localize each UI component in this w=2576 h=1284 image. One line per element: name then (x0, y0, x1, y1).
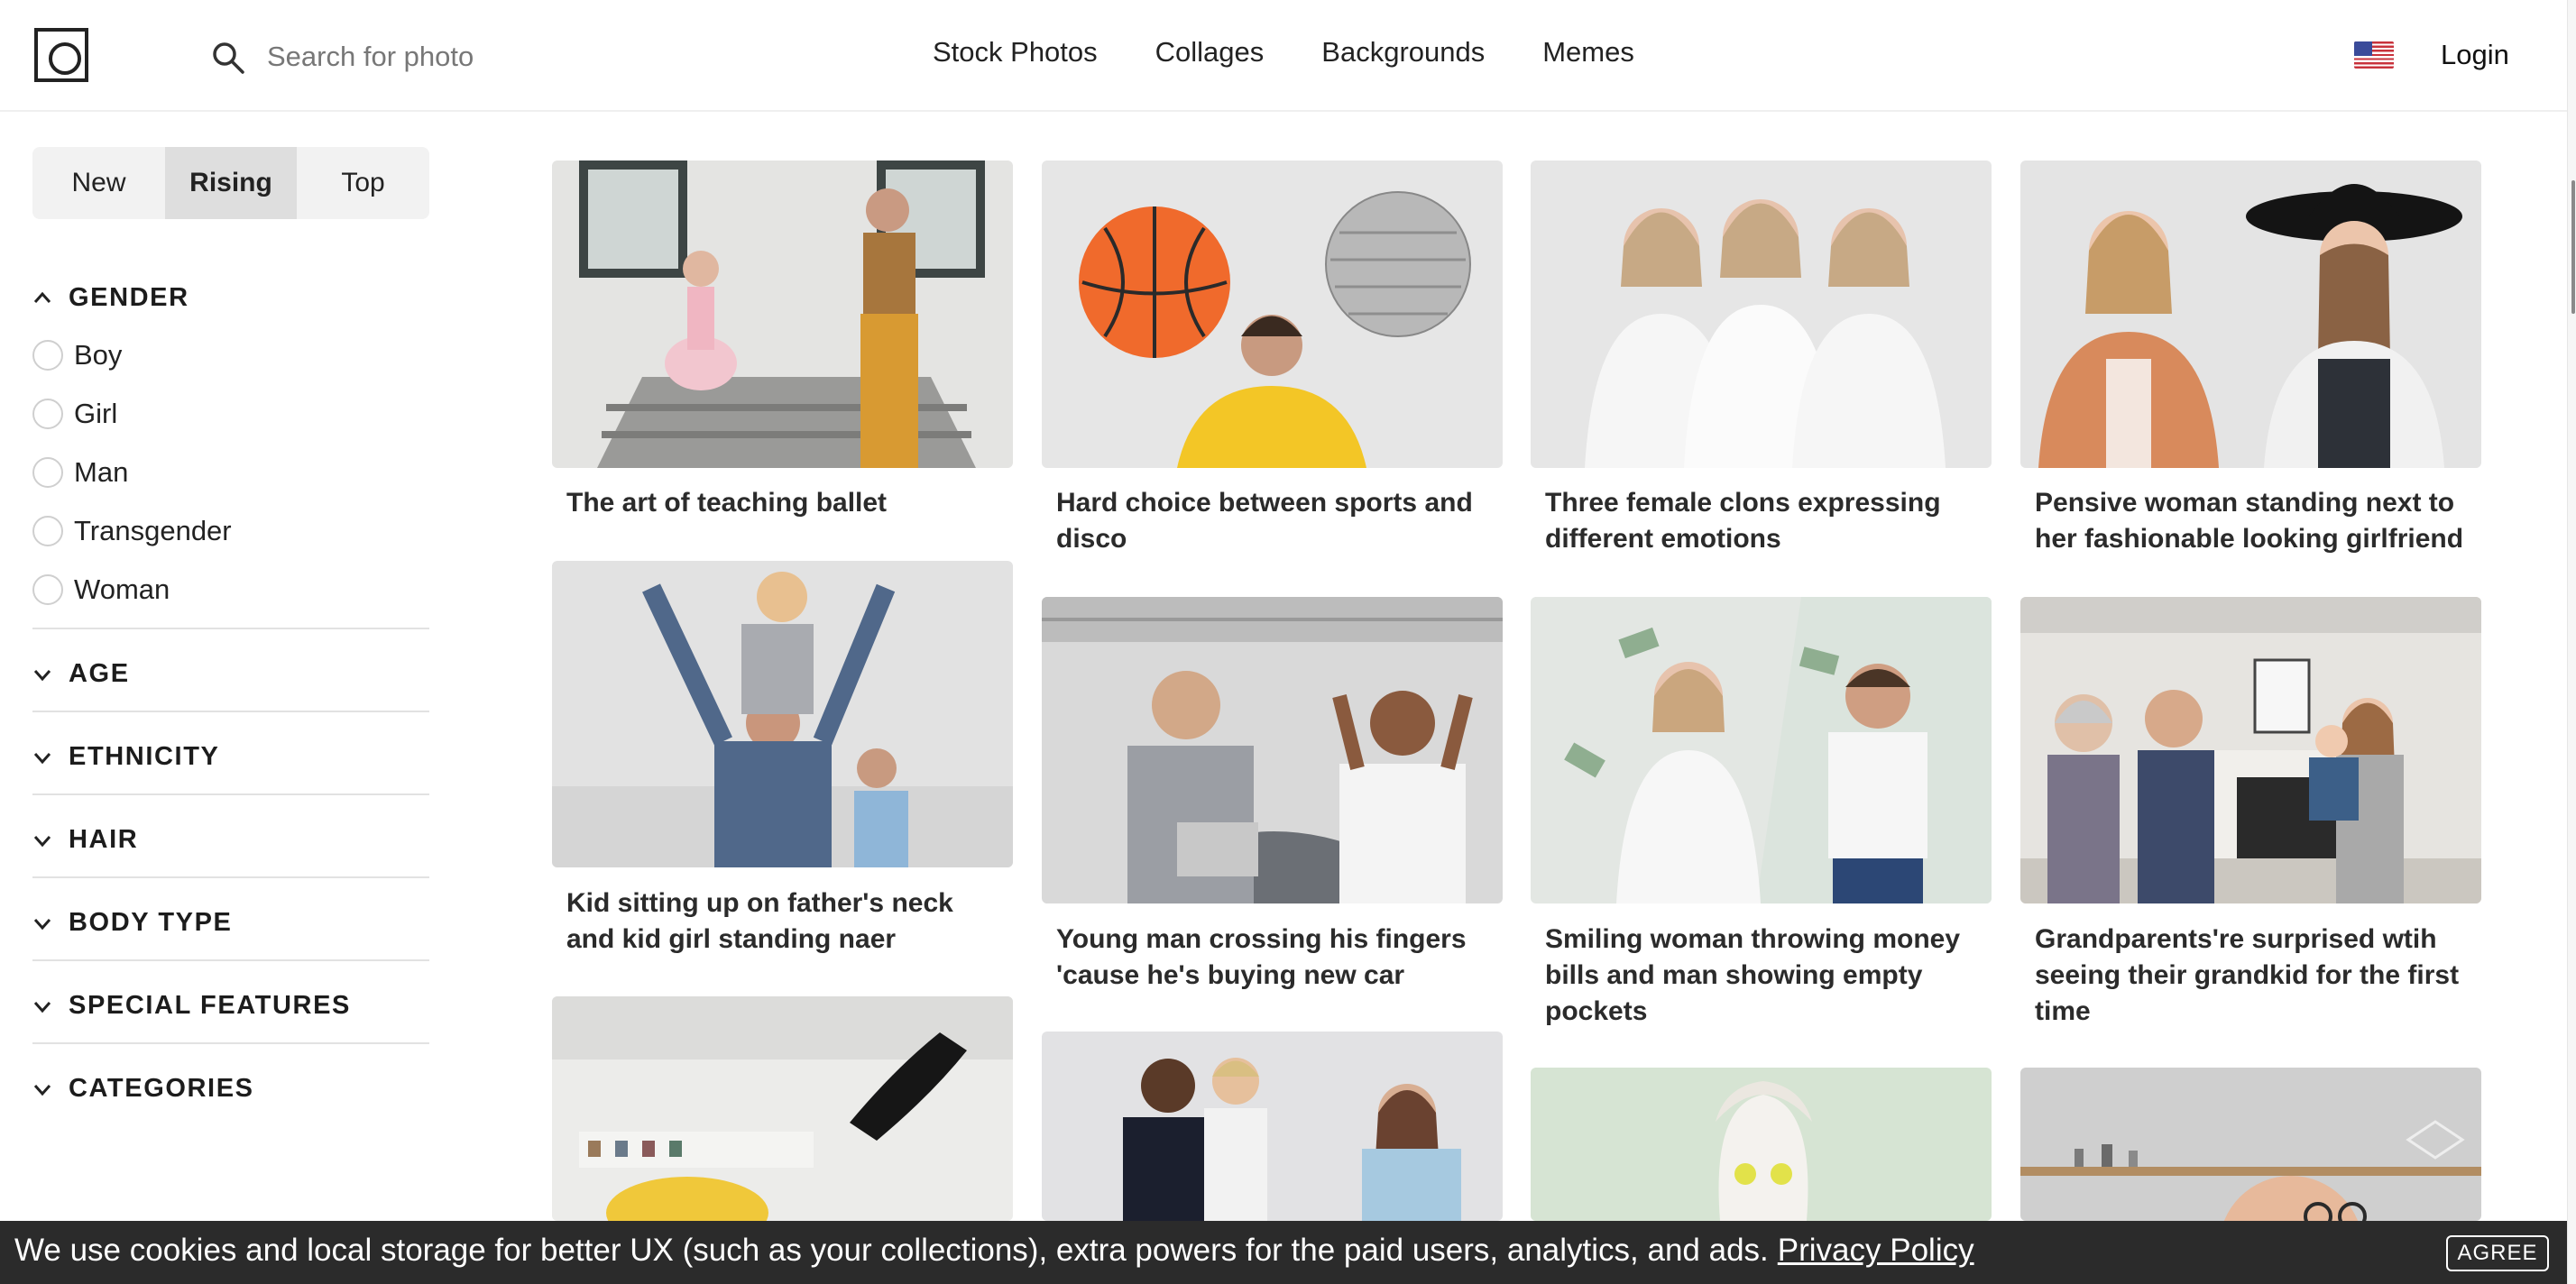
photo-card[interactable]: Pensive woman standing next to her fashi… (2020, 160, 2481, 557)
scrollbar-thumb[interactable] (2571, 180, 2575, 314)
photo-card[interactable]: Three female clons expressing different … (1531, 160, 1992, 557)
radio-button[interactable] (32, 516, 63, 546)
filter-title: SPECIAL FEATURES (69, 991, 351, 1020)
divider (32, 876, 429, 878)
radio-button[interactable] (32, 457, 63, 488)
photo-caption[interactable]: Grandparents're surprised wtih seeing th… (2035, 922, 2477, 1030)
photo-thumbnail[interactable] (552, 160, 1013, 468)
chevron-down-icon (33, 918, 51, 930)
search-icon[interactable] (211, 41, 245, 75)
cookie-text: We use cookies and local storage for bet… (14, 1233, 1769, 1268)
tab-rising[interactable]: Rising (165, 147, 297, 219)
photo-caption[interactable]: The art of teaching ballet (566, 485, 1008, 521)
chevron-down-icon (33, 1001, 51, 1013)
gender-option-woman[interactable]: Woman (32, 573, 170, 606)
main-nav: Stock Photos Collages Backgrounds Memes (933, 36, 1634, 69)
sort-tabs: New Rising Top (32, 147, 429, 219)
tab-new[interactable]: New (32, 147, 165, 219)
nav-stock-photos[interactable]: Stock Photos (933, 36, 1098, 69)
filter-title: CATEGORIES (69, 1074, 254, 1103)
cookie-message: We use cookies and local storage for bet… (14, 1233, 1974, 1269)
logo-icon[interactable] (34, 28, 88, 82)
filter-title: HAIR (69, 825, 139, 854)
divider (32, 1042, 429, 1044)
photo-card[interactable]: Kid sitting up on father's neck and kid … (552, 561, 1013, 976)
option-label: Transgender (74, 515, 232, 546)
chevron-down-icon (33, 669, 51, 681)
photo-card[interactable] (1042, 1032, 1503, 1221)
photo-thumbnail[interactable] (1531, 160, 1992, 468)
photo-thumbnail[interactable] (552, 561, 1013, 867)
divider (32, 628, 429, 629)
filter-age[interactable]: AGE (32, 659, 130, 689)
chevron-up-icon (33, 291, 51, 303)
photo-thumbnail[interactable] (2020, 160, 2481, 468)
photo-thumbnail[interactable] (2020, 597, 2481, 903)
cookie-banner: We use cookies and local storage for bet… (0, 1221, 2567, 1284)
photo-thumbnail[interactable] (2020, 1068, 2481, 1221)
nav-memes[interactable]: Memes (1542, 36, 1634, 69)
gender-option-man[interactable]: Man (32, 456, 128, 489)
photo-caption[interactable]: Three female clons expressing different … (1545, 485, 1987, 557)
filter-title: AGE (69, 659, 130, 688)
photo-caption[interactable]: Kid sitting up on father's neck and kid … (566, 885, 1008, 958)
divider (32, 793, 429, 795)
photo-caption[interactable]: Young man crossing his fingers 'cause he… (1056, 922, 1498, 994)
photo-thumbnail[interactable] (552, 996, 1013, 1221)
top-header: Stock Photos Collages Backgrounds Memes … (0, 0, 2567, 112)
photo-card[interactable]: Smiling woman throwing money bills and m… (1531, 597, 1992, 1030)
option-label: Girl (74, 398, 118, 429)
filter-hair[interactable]: HAIR (32, 825, 138, 855)
filter-body-type[interactable]: BODY TYPE (32, 908, 232, 938)
us-flag-icon[interactable] (2354, 41, 2394, 69)
filter-title: BODY TYPE (69, 908, 233, 937)
nav-collages[interactable]: Collages (1155, 36, 1265, 69)
option-label: Boy (74, 339, 123, 371)
tab-top[interactable]: Top (297, 147, 429, 219)
photo-card[interactable]: Hard choice between sports and disco (1042, 160, 1503, 557)
divider (32, 711, 429, 712)
gender-option-transgender[interactable]: Transgender (32, 515, 232, 547)
filter-special-features[interactable]: SPECIAL FEATURES (32, 991, 351, 1021)
gender-option-girl[interactable]: Girl (32, 398, 117, 430)
chevron-down-icon (33, 752, 51, 764)
login-link[interactable]: Login (2441, 39, 2509, 71)
chevron-down-icon (33, 1084, 51, 1096)
photo-card[interactable] (2020, 1068, 2481, 1221)
filter-gender[interactable]: GENDER (32, 283, 189, 313)
agree-button[interactable]: AGREE (2446, 1235, 2549, 1271)
photo-card[interactable]: Young man crossing his fingers 'cause he… (1042, 597, 1503, 994)
gender-option-boy[interactable]: Boy (32, 339, 122, 371)
option-label: Man (74, 456, 129, 488)
photo-caption[interactable]: Hard choice between sports and disco (1056, 485, 1498, 557)
photo-thumbnail[interactable] (1042, 1032, 1503, 1221)
option-label: Woman (74, 573, 170, 605)
radio-button[interactable] (32, 399, 63, 429)
photo-thumbnail[interactable] (1042, 597, 1503, 903)
filter-ethnicity[interactable]: ETHNICITY (32, 742, 219, 772)
photo-caption[interactable]: Smiling woman throwing money bills and m… (1545, 922, 1987, 1030)
filter-title: ETHNICITY (69, 742, 220, 771)
divider (32, 959, 429, 961)
photo-thumbnail[interactable] (1042, 160, 1503, 468)
photo-card[interactable]: Grandparents're surprised wtih seeing th… (2020, 597, 2481, 1030)
chevron-down-icon (33, 835, 51, 847)
photo-caption[interactable]: Pensive woman standing next to her fashi… (2035, 485, 2477, 557)
radio-button[interactable] (32, 574, 63, 605)
nav-backgrounds[interactable]: Backgrounds (1321, 36, 1485, 69)
photo-thumbnail[interactable] (1531, 597, 1992, 903)
photo-card[interactable] (1531, 1068, 1992, 1221)
photo-thumbnail[interactable] (1531, 1068, 1992, 1221)
radio-button[interactable] (32, 340, 63, 371)
search-input[interactable] (267, 34, 772, 79)
filter-categories[interactable]: CATEGORIES (32, 1074, 254, 1104)
photo-card[interactable] (552, 996, 1013, 1221)
filter-title: GENDER (69, 283, 189, 312)
privacy-policy-link[interactable]: Privacy Policy (1778, 1233, 1974, 1268)
photo-card[interactable]: The art of teaching ballet (552, 160, 1013, 557)
